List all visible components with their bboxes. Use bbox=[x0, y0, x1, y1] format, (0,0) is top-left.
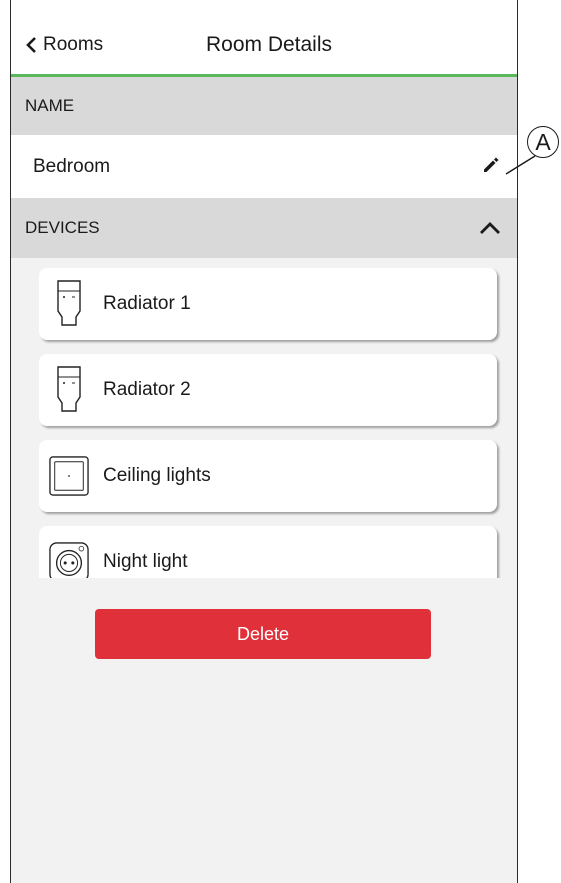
device-label: Night light bbox=[103, 551, 188, 572]
delete-button[interactable]: Delete bbox=[95, 609, 431, 659]
light-switch-icon bbox=[49, 450, 89, 502]
device-label: Radiator 1 bbox=[103, 293, 191, 314]
devices-section-header[interactable]: DEVICES bbox=[11, 198, 517, 258]
top-bar: Rooms Room Details bbox=[11, 0, 517, 77]
pencil-icon[interactable] bbox=[481, 155, 501, 175]
name-section-label: NAME bbox=[25, 96, 75, 115]
device-card-ceiling-lights[interactable]: Ceiling lights bbox=[39, 440, 497, 512]
chevron-up-icon[interactable] bbox=[479, 221, 501, 235]
device-label: Radiator 2 bbox=[103, 379, 191, 400]
phone-screen: Rooms Room Details NAME Bedroom DEVICES bbox=[10, 0, 518, 883]
device-list[interactable]: Radiator 1 Radiator 2 Ceiling lights Nig… bbox=[11, 258, 517, 578]
devices-section-label: DEVICES bbox=[25, 218, 100, 237]
device-card-radiator-1[interactable]: Radiator 1 bbox=[39, 268, 497, 340]
name-section-header: NAME bbox=[11, 77, 517, 135]
page-title: Room Details bbox=[205, 33, 333, 56]
room-name-row: Bedroom bbox=[11, 135, 517, 198]
callout-marker: A bbox=[527, 126, 559, 158]
device-card-night-light[interactable]: Night light bbox=[39, 526, 497, 578]
device-label: Ceiling lights bbox=[103, 465, 211, 486]
radiator-thermostat-icon bbox=[49, 278, 89, 330]
room-name-value: Bedroom bbox=[33, 155, 111, 177]
device-card-radiator-2[interactable]: Radiator 2 bbox=[39, 354, 497, 426]
smart-socket-icon bbox=[49, 536, 89, 578]
radiator-thermostat-icon bbox=[49, 364, 89, 416]
